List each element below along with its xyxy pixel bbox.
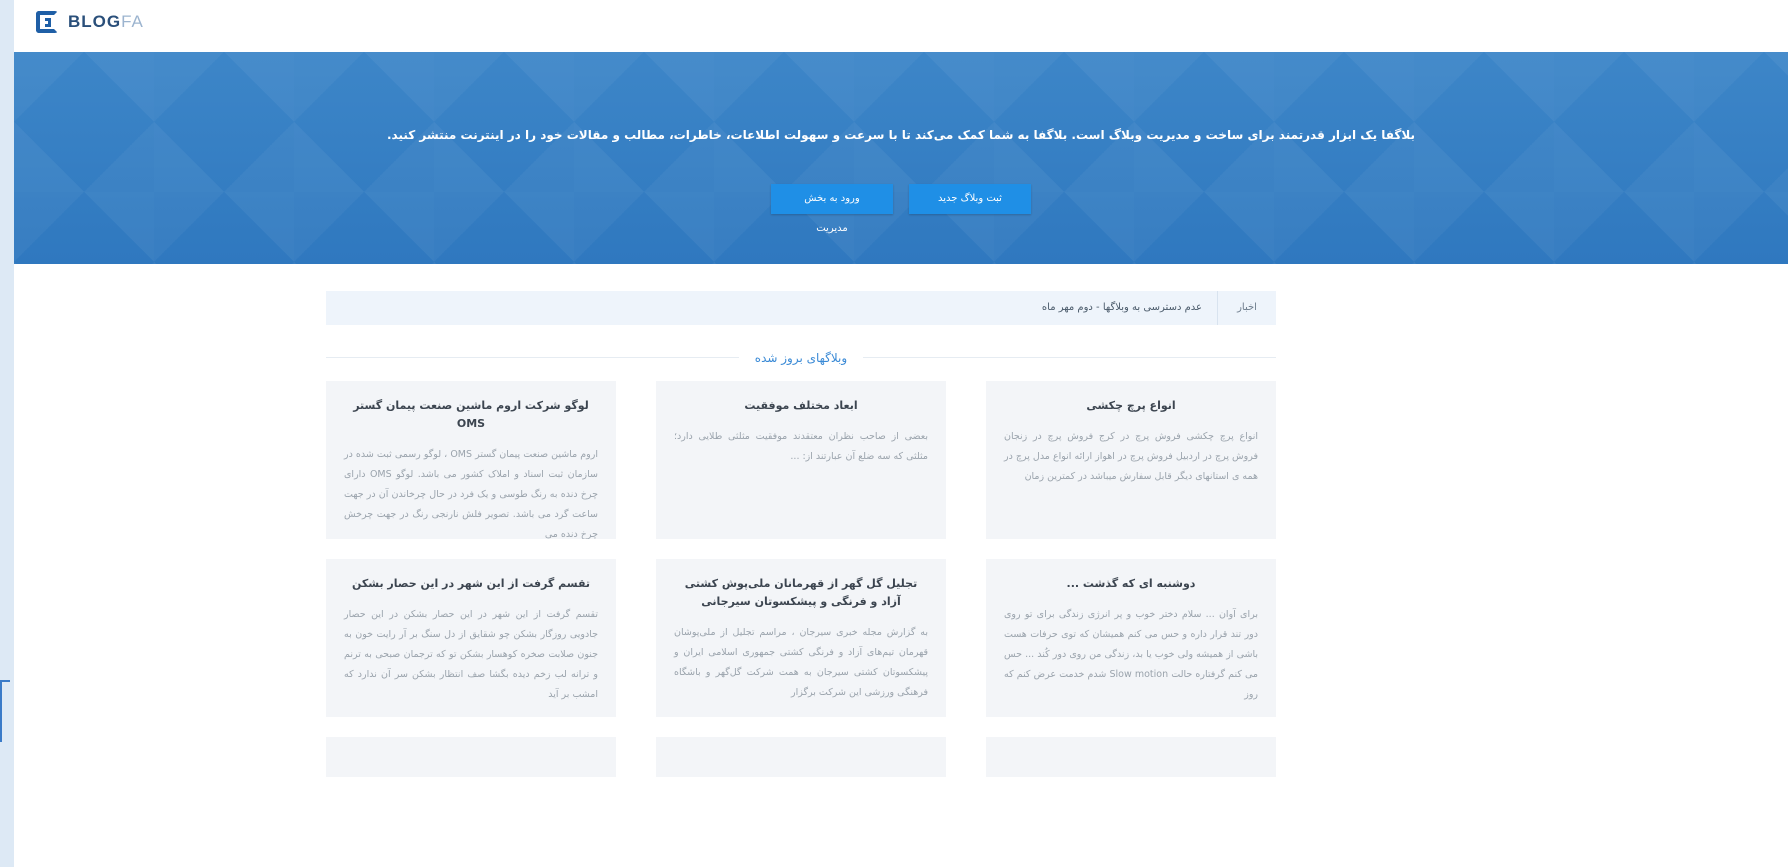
logo-text-accent: FA: [121, 12, 144, 31]
section-title-text: وبلاگهای بروز شده: [738, 351, 864, 365]
logo-text: BLOGFA: [68, 12, 144, 32]
hero-banner: بلاگفا یک ابزار قدرتمند برای ساخت و مدیر…: [14, 52, 1788, 264]
blog-card-title[interactable]: دوشنبه ای که گذشت ...: [1004, 575, 1258, 593]
blog-card[interactable]: تجلیل گل گهر از قهرمانان ملی‌پوش کشتی آز…: [656, 559, 946, 717]
blog-card[interactable]: ابعاد مختلف موفقیت بعضی از صاحب نظران مع…: [656, 381, 946, 539]
blog-card-title[interactable]: لوگو شرکت اروم ماشین صنعت پیمان گستر OMS: [344, 397, 598, 433]
blog-card-excerpt: برای آوان ... سلام دختر خوب و پر انرژی ز…: [1004, 609, 1258, 700]
blog-card-excerpt: تقسم گرفت از این شهر در این حصار بشکن در…: [344, 609, 598, 700]
blog-card-partial[interactable]: [986, 737, 1276, 777]
blog-cards-grid: انواع پرچ چکشی انواع پرچ چکشی فروش پرچ د…: [326, 381, 1276, 777]
blog-card-title[interactable]: تقسم گرفت از این شهر در این حصار بشکن: [344, 575, 598, 593]
hero-pattern: [14, 52, 1788, 264]
blog-card[interactable]: لوگو شرکت اروم ماشین صنعت پیمان گستر OMS…: [326, 381, 616, 539]
logo[interactable]: BLOGFA: [36, 11, 144, 33]
topbar: BLOGFA: [14, 0, 1788, 48]
news-bar: اخبار عدم دسترسی به وبلاگها - دوم مهر ما…: [326, 291, 1276, 325]
blog-card-excerpt: به گزارش مجله خبری سیرجان ، مراسم تجلیل …: [674, 627, 928, 698]
blog-card-title[interactable]: انواع پرچ چکشی: [1004, 397, 1258, 415]
admin-login-button[interactable]: ورود به بخش مدیریت: [771, 184, 893, 234]
blog-card-excerpt: انواع پرچ چکشی فروش پرچ در کرج فروش پرچ …: [1004, 431, 1258, 482]
page: BLOGFA بلاگفا یک ابزار قدرتمند برای ساخت…: [14, 0, 1788, 867]
frame-accent: [0, 680, 10, 742]
blogfa-logo-icon: [36, 11, 58, 33]
blog-card-title[interactable]: ابعاد مختلف موفقیت: [674, 397, 928, 415]
blog-card-title[interactable]: تجلیل گل گهر از قهرمانان ملی‌پوش کشتی آز…: [674, 575, 928, 611]
section-title: وبلاگهای بروز شده: [326, 347, 1276, 373]
hero-buttons: ورود به بخش مدیریت ثبت وبلاگ جدید: [14, 184, 1788, 234]
blog-card-partial[interactable]: [656, 737, 946, 777]
blog-card[interactable]: تقسم گرفت از این شهر در این حصار بشکن تق…: [326, 559, 616, 717]
blog-card-excerpt: اروم ماشین صنعت پیمان گستر OMS ، لوگو رس…: [344, 449, 598, 539]
blog-card[interactable]: انواع پرچ چکشی انواع پرچ چکشی فروش پرچ د…: [986, 381, 1276, 539]
news-label: اخبار: [1217, 291, 1276, 325]
blog-card[interactable]: دوشنبه ای که گذشت ... برای آوان ... سلام…: [986, 559, 1276, 717]
register-blog-button[interactable]: ثبت وبلاگ جدید: [909, 184, 1031, 214]
blog-card-excerpt: بعضی از صاحب نظران معتقدند موفقیت مثلثی …: [674, 431, 928, 462]
blog-card-partial[interactable]: [326, 737, 616, 777]
main-content: اخبار عدم دسترسی به وبلاگها - دوم مهر ما…: [326, 291, 1276, 777]
logo-text-main: BLOG: [68, 12, 122, 31]
hero-description: بلاگفا یک ابزار قدرتمند برای ساخت و مدیر…: [386, 128, 1416, 142]
news-link[interactable]: عدم دسترسی به وبلاگها - دوم مهر ماه: [1042, 291, 1202, 325]
